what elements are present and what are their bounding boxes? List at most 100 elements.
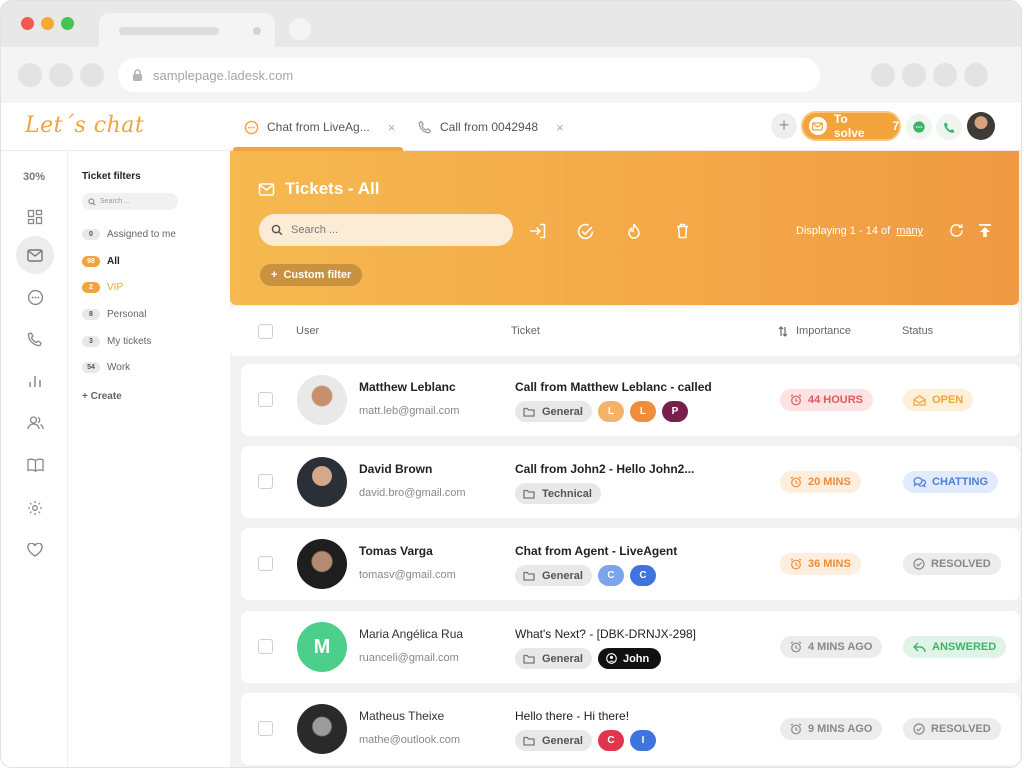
minimize-window-dot[interactable] (41, 17, 54, 30)
ticket-search-placeholder: Search ... (291, 224, 339, 236)
column-user: User (296, 325, 320, 337)
department-tag: General (515, 401, 592, 422)
filter-label: Personal (107, 309, 147, 320)
status-badge: RESOLVED (903, 718, 1001, 740)
tickets-envelope-icon[interactable] (16, 236, 54, 274)
priority-flame-icon[interactable] (627, 223, 641, 240)
add-tab-button[interactable]: + (771, 113, 797, 139)
folder-icon (523, 489, 535, 499)
tab-chat[interactable]: Chat from LiveAg... × (244, 103, 395, 151)
ticket-subject[interactable]: What's Next? - [DBK-DRNJX-298] (515, 627, 696, 641)
new-tab-button[interactable] (289, 18, 311, 40)
settings-gear-icon[interactable] (19, 492, 51, 524)
back-button[interactable] (18, 63, 42, 87)
resolve-check-icon[interactable] (577, 223, 594, 240)
tab-call[interactable]: Call from 0042948 × (418, 103, 564, 151)
user-name: Maria Angélica Rua (359, 627, 464, 641)
user-avatar[interactable] (967, 112, 995, 140)
row-checkbox[interactable] (258, 721, 273, 736)
agent-chip: C (597, 730, 624, 751)
ticket-search-input[interactable]: Search ... (259, 214, 513, 246)
heart-icon[interactable] (19, 534, 51, 566)
column-status: Status (902, 325, 934, 337)
table-row[interactable]: Tomas Varga tomasv@gmail.com Chat from A… (241, 528, 1020, 600)
chats-icon[interactable] (19, 281, 51, 313)
knowledgebase-book-icon[interactable] (19, 449, 51, 481)
browser-action-4[interactable] (964, 63, 988, 87)
alarm-clock-icon (790, 476, 802, 488)
browser-action-2[interactable] (902, 63, 926, 87)
ticket-subject[interactable]: Call from Matthew Leblanc - called (515, 380, 712, 394)
importance-badge: 4 MINS AGO (780, 636, 883, 658)
folder-icon (523, 736, 535, 746)
filter-work[interactable]: 54 Work (82, 362, 130, 373)
calls-icon[interactable] (19, 323, 51, 355)
close-icon[interactable]: × (556, 120, 564, 135)
tickets-banner: Tickets - All Search ... Displaying 1 - … (230, 151, 1019, 305)
assign-icon[interactable] (529, 223, 547, 239)
agent-chip: C (597, 565, 624, 586)
ticket-filters-panel: Ticket filters Search ... 0 Assigned to m… (67, 151, 227, 767)
select-all-checkbox[interactable] (258, 323, 273, 339)
close-icon[interactable]: × (388, 120, 396, 135)
user-email: tomasv@gmail.com (359, 569, 456, 581)
ticket-subject[interactable]: Hello there - Hi there! (515, 709, 629, 723)
chat-status-button[interactable] (906, 114, 932, 140)
check-circle-icon (913, 723, 925, 735)
user-email: david.bro@gmail.com (359, 487, 466, 499)
ticket-subject[interactable]: Call from John2 - Hello John2... (515, 462, 694, 476)
row-checkbox[interactable] (258, 556, 273, 571)
dashboard-icon[interactable] (19, 201, 51, 233)
status-badge: OPEN (903, 389, 974, 411)
column-importance[interactable]: Importance (778, 325, 851, 337)
scroll-to-top-icon[interactable] (978, 223, 992, 238)
row-checkbox[interactable] (258, 392, 273, 407)
custom-filter-button[interactable]: + Custom filter (260, 264, 363, 286)
filters-search-input[interactable]: Search ... (82, 193, 178, 210)
reports-icon[interactable] (19, 365, 51, 397)
department-tag: General (515, 648, 592, 669)
filter-assigned-to-me[interactable]: 0 Assigned to me (82, 229, 176, 240)
filter-all[interactable]: 98 All (82, 256, 120, 267)
filter-vip[interactable]: 2 VIP (82, 282, 123, 293)
filter-count: 3 (82, 336, 100, 347)
reload-button[interactable] (80, 63, 104, 87)
browser-window: samplepage.ladesk.com Let´s chat Chat fr… (0, 0, 1022, 768)
table-row[interactable]: David Brown david.bro@gmail.com Call fro… (241, 446, 1020, 518)
browser-tab-close[interactable] (253, 27, 261, 35)
maximize-window-dot[interactable] (61, 17, 74, 30)
row-checkbox[interactable] (258, 639, 273, 654)
tickets-main: Tickets - All Search ... Displaying 1 - … (230, 151, 1021, 767)
agent-chip: P (661, 401, 688, 422)
close-window-dot[interactable] (21, 17, 34, 30)
envelope-icon (258, 182, 275, 196)
browser-action-3[interactable] (933, 63, 957, 87)
refresh-icon[interactable] (949, 223, 964, 238)
lock-icon (132, 68, 143, 82)
filter-personal[interactable]: 8 Personal (82, 309, 146, 320)
status-badge: ANSWERED (903, 636, 1007, 658)
to-solve-button[interactable]: To solve 7 (801, 111, 901, 141)
displaying-text: Displaying 1 - 14 of (796, 225, 891, 237)
importance-badge: 20 MINS (780, 471, 861, 493)
table-row[interactable]: M Maria Angélica Rua ruanceli@gmail.com … (241, 611, 1020, 683)
table-row[interactable]: Matthew Leblanc matt.leb@gmail.com Call … (241, 364, 1020, 436)
owner-chip: John (597, 648, 662, 669)
delete-trash-icon[interactable] (676, 223, 689, 239)
to-solve-count: 7 (892, 119, 899, 133)
filter-my-tickets[interactable]: 3 My tickets (82, 336, 151, 347)
address-bar[interactable]: samplepage.ladesk.com (118, 58, 820, 92)
call-status-button[interactable] (936, 114, 962, 140)
forward-button[interactable] (49, 63, 73, 87)
filter-label: All (107, 256, 120, 267)
displaying-total-link[interactable]: many (896, 225, 923, 237)
ticket-subject[interactable]: Chat from Agent - LiveAgent (515, 544, 677, 558)
tab-chat-label: Chat from LiveAg... (267, 120, 370, 134)
contacts-icon[interactable] (19, 407, 51, 439)
agent-chip: C (629, 565, 656, 586)
table-row[interactable]: Matheus Theixe mathe@outlook.com Hello t… (241, 693, 1020, 765)
browser-action-1[interactable] (871, 63, 895, 87)
row-checkbox[interactable] (258, 474, 273, 489)
create-filter-link[interactable]: + Create (82, 391, 122, 402)
phone-icon (943, 121, 956, 134)
